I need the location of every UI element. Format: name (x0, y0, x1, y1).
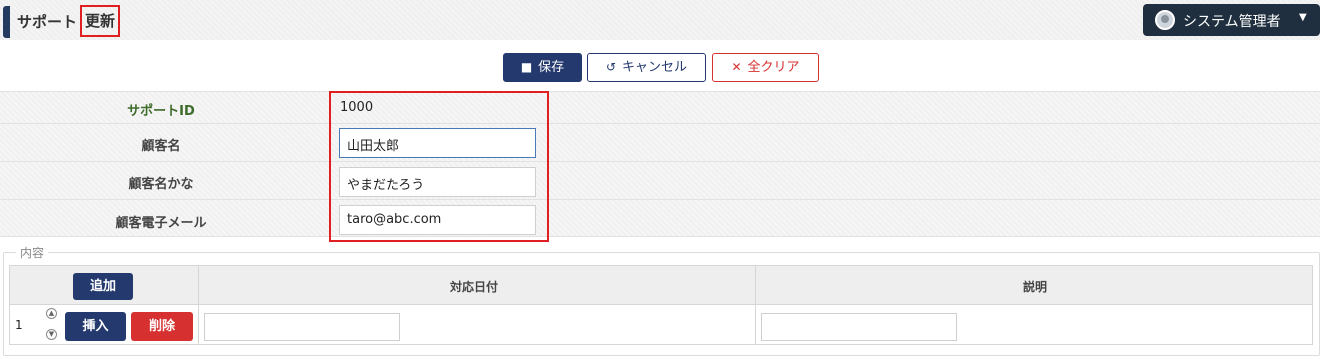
table-header: 追加 対応日付 説明 (10, 266, 1312, 305)
page-title: サポート (17, 13, 78, 31)
form-row-customer-email: 顧客電子メール taro@abc.com (0, 199, 1320, 237)
undo-icon: ↺ (605, 60, 617, 74)
save-button-label: 保存 (538, 60, 565, 75)
user-avatar-icon (1155, 10, 1175, 30)
support-id-value: 1000 (340, 100, 374, 115)
page-title-mode: 更新 (80, 5, 121, 37)
customer-name-label: 顧客名 (141, 139, 181, 154)
delete-row-button[interactable]: 削除 (131, 312, 193, 341)
column-header-description: 説明 (1023, 280, 1048, 294)
caret-down-icon: ▼ (1299, 12, 1307, 23)
content-legend: 内容 (16, 244, 49, 261)
title-accent-bar (3, 6, 10, 38)
clear-all-button[interactable]: ✕ 全クリア (712, 53, 819, 82)
move-up-icon[interactable]: ▲ (46, 308, 57, 319)
insert-row-button[interactable]: 挿入 (65, 312, 126, 341)
support-id-label: サポートID (127, 104, 195, 119)
cancel-button-label: キャンセル (622, 60, 688, 75)
column-header-date: 対応日付 (450, 280, 499, 294)
form-row-customer-name: 顧客名 山田太郎 (0, 123, 1320, 161)
column-divider (755, 266, 756, 344)
customer-kana-label: 顧客名かな (128, 177, 194, 192)
column-divider (198, 266, 199, 344)
close-icon: ✕ (731, 60, 742, 74)
content-table: 追加 対応日付 説明 1 ▲ ▼ 挿入 削除 (9, 265, 1313, 345)
form-row-customer-kana: 顧客名かな やまだたろう (0, 161, 1320, 199)
customer-name-input[interactable]: 山田太郎 (339, 128, 536, 158)
row-number: 1 (15, 318, 23, 332)
save-button[interactable]: ■ 保存 (503, 53, 582, 82)
add-row-button[interactable]: 追加 (73, 273, 133, 300)
user-menu-button[interactable]: システム管理者 ▼ (1143, 4, 1320, 36)
cancel-button[interactable]: ↺ キャンセル (587, 53, 706, 82)
move-down-icon[interactable]: ▼ (46, 329, 57, 340)
user-name: システム管理者 (1183, 14, 1281, 30)
floppy-disk-icon: ■ (520, 60, 533, 74)
customer-email-label: 顧客電子メール (115, 216, 207, 231)
customer-email-input[interactable]: taro@abc.com (339, 205, 536, 235)
description-input[interactable] (761, 313, 957, 341)
customer-kana-input[interactable]: やまだたろう (339, 167, 536, 197)
date-input[interactable] (204, 313, 400, 341)
form-row-support-id: サポートID 1000 (0, 91, 1320, 123)
clear-all-button-label: 全クリア (747, 60, 800, 75)
page-header: サポート 更新 システム管理者 ▼ (0, 0, 1320, 40)
